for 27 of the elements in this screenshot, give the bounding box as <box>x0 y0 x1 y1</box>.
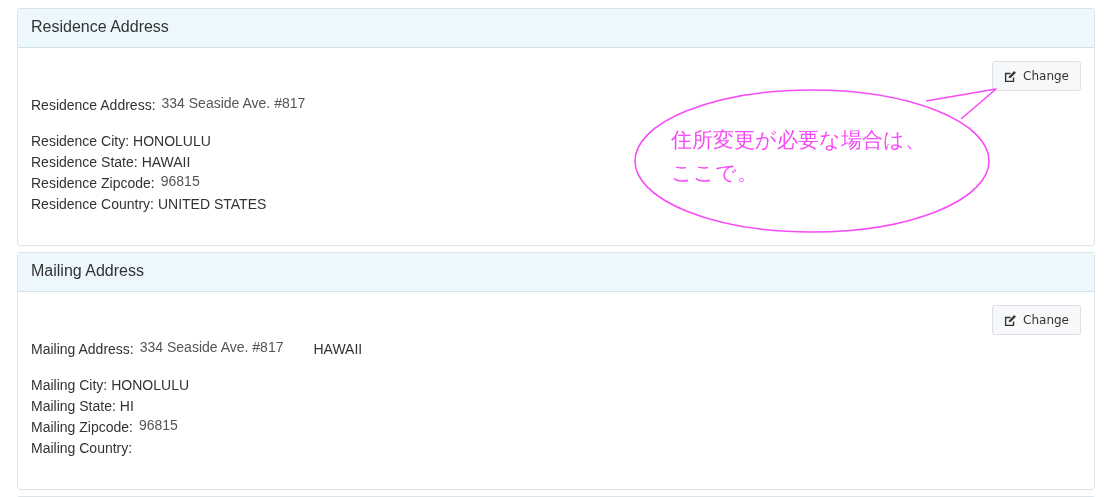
field-value: HONOLULU <box>111 376 190 395</box>
edit-icon <box>1004 313 1018 327</box>
field-label: Mailing Address: <box>31 340 134 359</box>
field-label: Mailing Zipcode: <box>31 418 133 437</box>
field-value: HONOLULU <box>133 132 211 151</box>
field-label: Residence Country: <box>31 195 154 214</box>
field-value: 334 Seaside Ave. #817 <box>161 94 306 113</box>
field-label: Residence State: <box>31 153 138 172</box>
field-value: HAWAII <box>141 153 191 172</box>
field-value: HAWAII <box>313 340 363 359</box>
change-button[interactable]: Change <box>992 305 1081 335</box>
field-label: Residence City: <box>31 132 130 151</box>
field-label: Residence Zipcode: <box>31 174 155 193</box>
field-value: UNITED STATES <box>157 195 267 214</box>
field-value: 334 Seaside Ave. #817 <box>139 338 284 357</box>
edit-icon <box>1004 69 1018 83</box>
field-label: Residence Address: <box>31 96 156 115</box>
callout-text: 住所変更が必要な場合は、 ここで。 <box>671 127 926 187</box>
change-button[interactable]: Change <box>992 61 1081 91</box>
panel-title: Mailing Address <box>18 253 1094 292</box>
field-value: 96815 <box>138 416 178 435</box>
field-value: HI <box>119 397 134 416</box>
panel-title: Residence Address <box>18 9 1094 48</box>
field-label: Mailing City: <box>31 376 108 395</box>
field-value: 96815 <box>160 172 200 191</box>
field-label: Mailing Country: <box>31 439 133 458</box>
field-label: Mailing State: <box>31 397 116 416</box>
